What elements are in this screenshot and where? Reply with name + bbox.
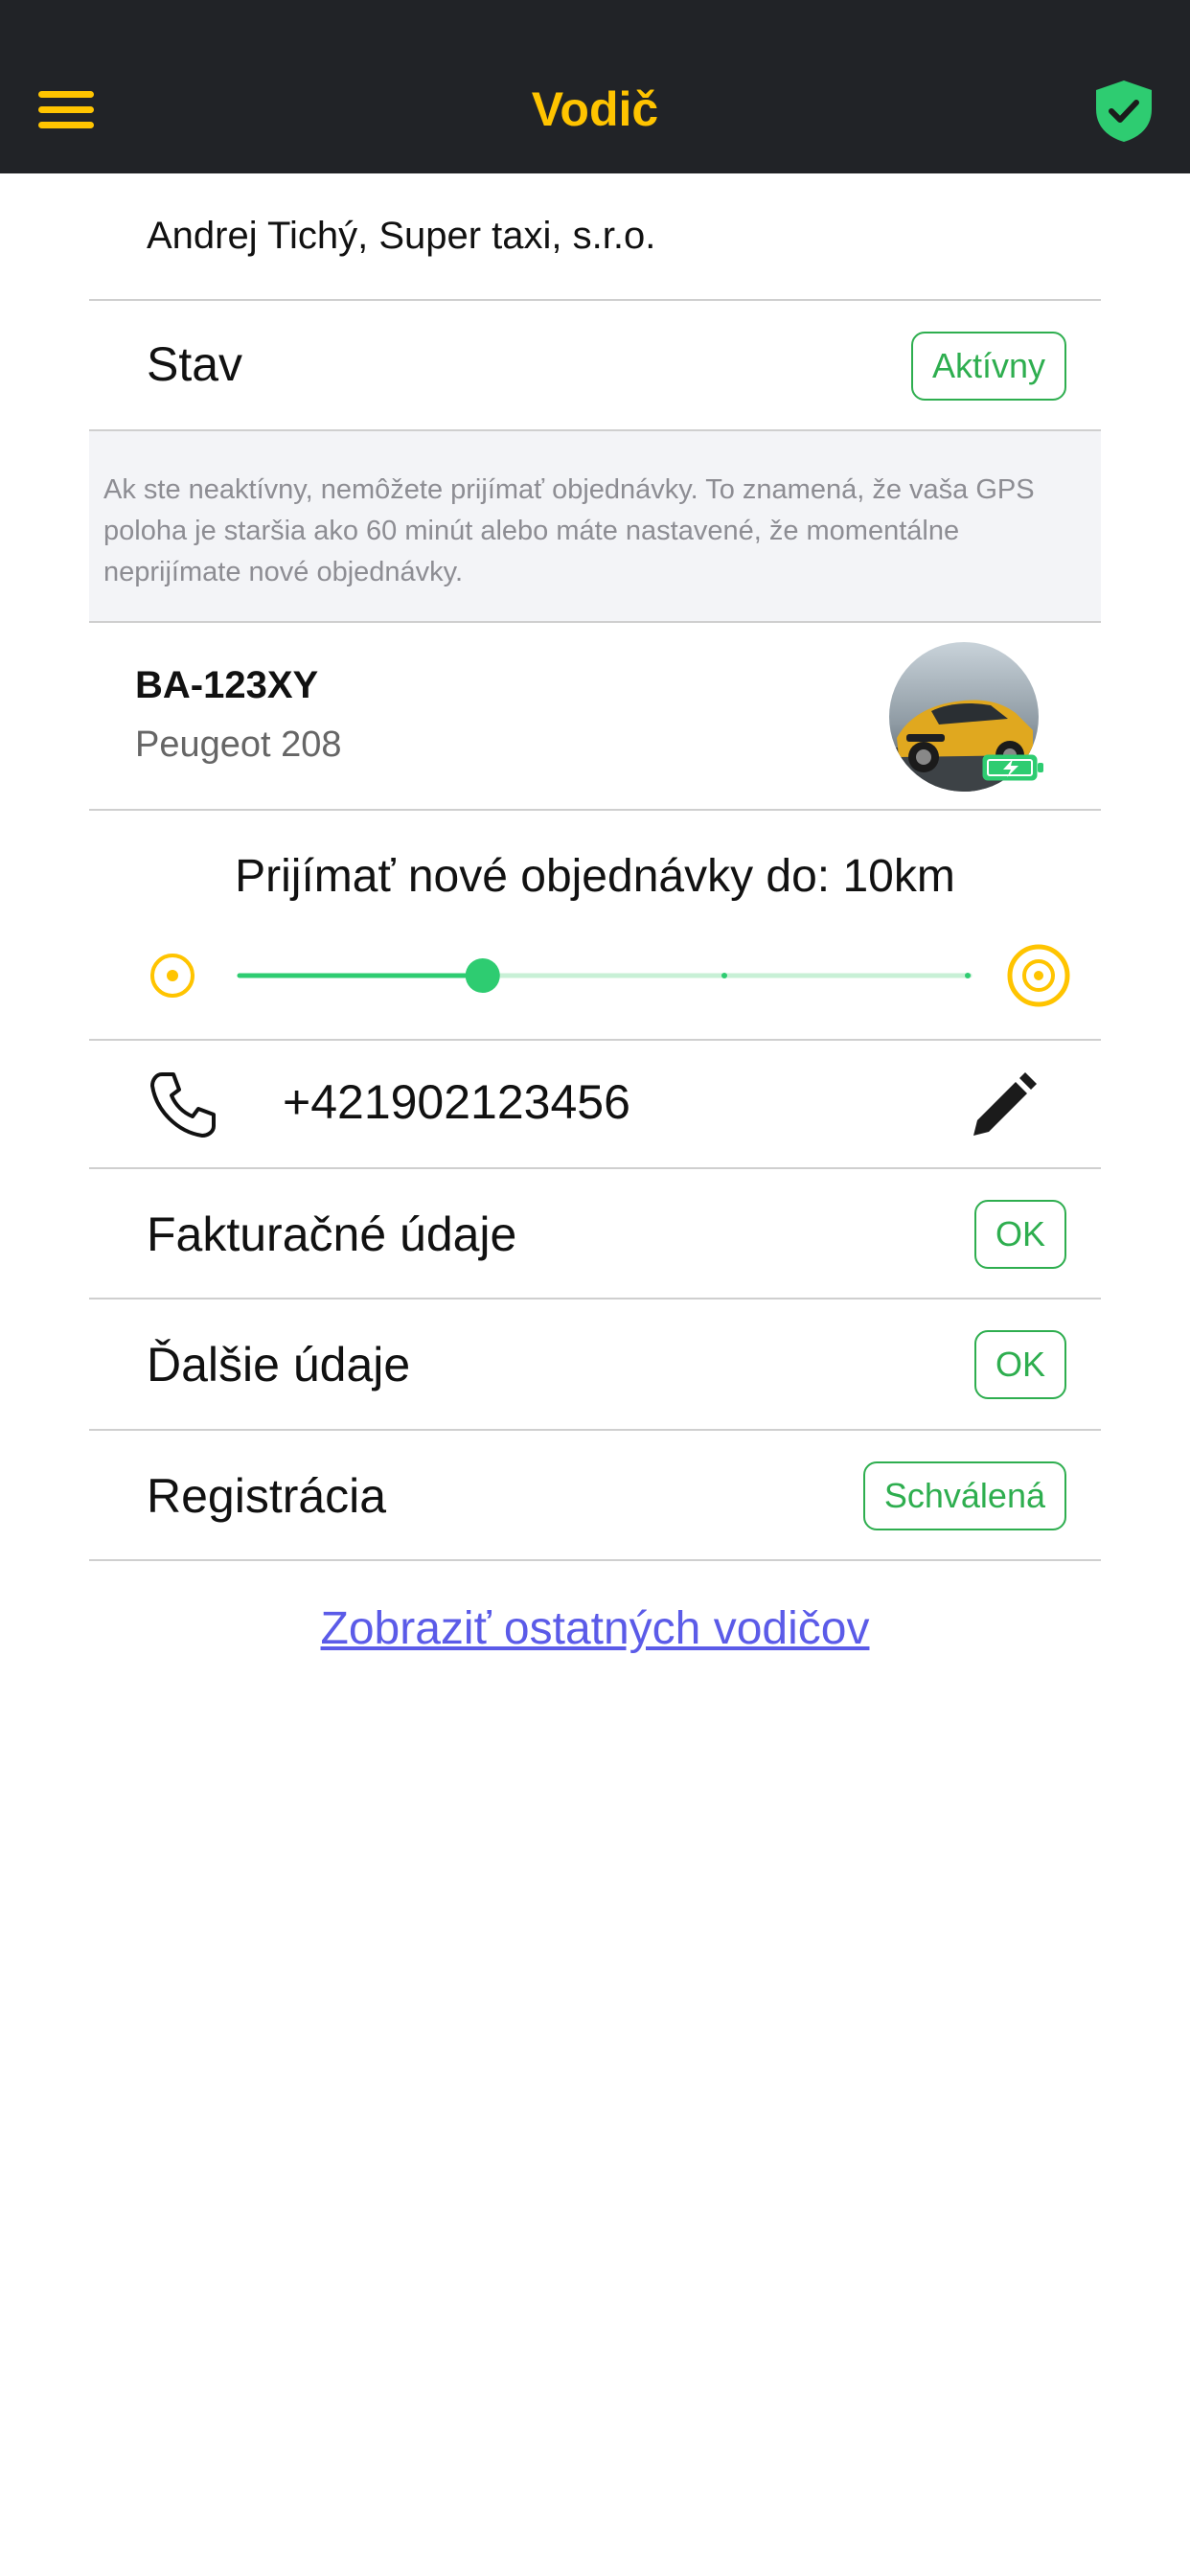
status-row[interactable]: Stav Aktívny [89, 301, 1101, 431]
status-info-text: Ak ste neaktívny, nemôžete prijímať obje… [103, 474, 1035, 587]
shield-check-icon[interactable] [1092, 79, 1156, 144]
electric-battery-icon [982, 753, 1045, 782]
driver-name: Andrej Tichý, Super taxi, s.r.o. [147, 215, 656, 257]
status-label: Stav [147, 337, 243, 391]
other-details-status-badge[interactable]: OK [973, 1330, 1066, 1399]
top-bar: Vodič [0, 0, 1190, 173]
phone-number: +421902123456 [283, 1075, 630, 1129]
registration-label: Registrácia [147, 1469, 387, 1523]
orders-radius-title: Prijímať nové objednávky do: 10km [235, 851, 955, 902]
status-info-box: Ak ste neaktívny, nemôžete prijímať obje… [89, 431, 1101, 623]
other-details-label: Ďalšie údaje [147, 1338, 411, 1392]
slider-thumb [465, 958, 500, 993]
registration-row[interactable]: Registrácia Schválená [89, 1431, 1101, 1561]
vehicle-plate: BA-123XY [135, 664, 319, 706]
slider-step-mark [721, 973, 727, 978]
vehicle-model: Peugeot 208 [135, 724, 342, 765]
billing-row[interactable]: Fakturačné údaje OK [89, 1169, 1101, 1300]
radius-max-icon[interactable] [1007, 944, 1070, 1007]
registration-status-badge[interactable]: Schválená [862, 1461, 1066, 1530]
billing-status-badge[interactable]: OK [973, 1200, 1066, 1269]
phone-icon [149, 1069, 219, 1139]
edit-pencil-icon[interactable] [968, 1070, 1039, 1141]
radius-slider[interactable] [0, 930, 1190, 1025]
driver-screen: Vodič Andrej Tichý, Super taxi, s.r.o. S… [0, 0, 1190, 2576]
other-details-row[interactable]: Ďalšie údaje OK [89, 1300, 1101, 1431]
slider-step-mark [965, 973, 971, 978]
billing-label: Fakturačné údaje [147, 1208, 517, 1261]
status-badge[interactable]: Aktívny [910, 332, 1066, 401]
radius-min-icon[interactable] [150, 954, 195, 998]
page-title: Vodič [531, 82, 659, 136]
driver-row: Andrej Tichý, Super taxi, s.r.o. [89, 173, 1101, 301]
show-other-drivers-link[interactable]: Zobraziť ostatných vodičov [0, 1600, 1190, 1658]
